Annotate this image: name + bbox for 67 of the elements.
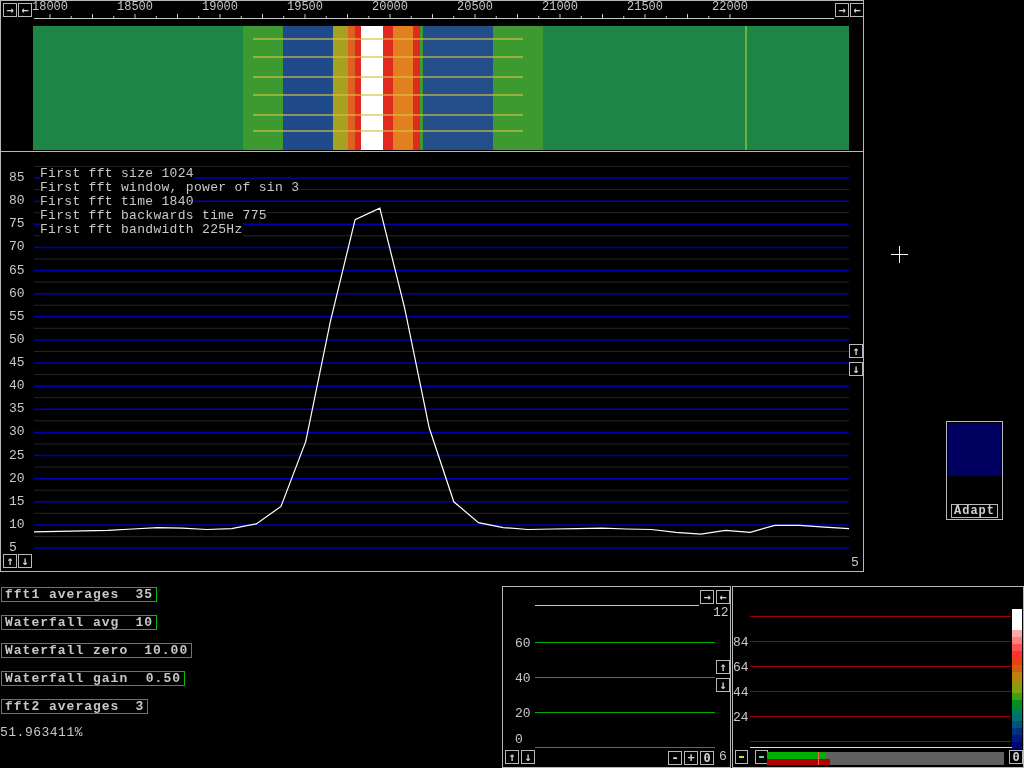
axis-label: 70: [9, 240, 25, 255]
axis-label: 0: [515, 733, 523, 747]
frequency-label: 20000: [372, 1, 408, 13]
axis-label: 25: [9, 448, 25, 463]
scroll-button[interactable]: ↑: [716, 660, 730, 674]
axis-label: 84: [733, 636, 749, 650]
axis-label: 85: [9, 171, 25, 185]
parameter-field[interactable]: Waterfall gain 0.50: [1, 671, 185, 686]
axis-label: 6: [719, 750, 727, 764]
scroll-button[interactable]: ↓: [849, 362, 863, 376]
axis-label: 60: [9, 286, 25, 301]
axis-label: 75: [9, 217, 25, 232]
info-text: First fft bandwidth 225Hz: [40, 223, 243, 237]
scale-button[interactable]: [735, 750, 748, 764]
parameter-field[interactable]: fft2 averages 3: [1, 699, 149, 714]
scroll-button[interactable]: ↑: [505, 750, 519, 764]
scroll-button[interactable]: ↓: [18, 554, 32, 568]
scale-label: 5: [851, 556, 859, 570]
parameter-field[interactable]: Waterfall avg 10: [1, 615, 158, 630]
axis-label: 5: [9, 541, 17, 555]
axis-label: 60: [515, 637, 531, 651]
zoom-button[interactable]: -: [668, 751, 682, 765]
axis-label: 35: [9, 402, 25, 417]
axis-label: 10: [9, 517, 25, 532]
scroll-button[interactable]: →: [700, 590, 714, 604]
axis-label: 80: [9, 194, 25, 209]
axis-label: 24: [733, 711, 749, 725]
frequency-label: 18500: [117, 1, 153, 13]
axis-label: 65: [9, 263, 25, 278]
percentage-text: 51.963411%: [0, 726, 83, 740]
info-text: First fft window, power of sin 3: [40, 181, 300, 195]
frequency-label: 21000: [542, 1, 578, 13]
axis-label: 20: [515, 707, 531, 721]
frequency-label: 20500: [457, 1, 493, 13]
axis-label: 55: [9, 309, 25, 324]
axis-label: 64: [733, 661, 749, 675]
frequency-label: 19500: [287, 1, 323, 13]
scroll-button[interactable]: ←: [716, 590, 730, 604]
scroll-button[interactable]: ←: [850, 3, 864, 17]
axis-label: 40: [9, 379, 25, 394]
frequency-label: 21500: [627, 1, 663, 13]
scroll-button[interactable]: ↓: [716, 678, 730, 692]
reset-button[interactable]: 0: [1009, 750, 1023, 764]
axis-label: 50: [9, 332, 25, 347]
axis-label: 12: [713, 606, 729, 620]
zoom-button[interactable]: +: [684, 751, 698, 765]
crosshair-icon: [891, 246, 908, 263]
zoom-button[interactable]: 0: [700, 751, 714, 765]
parameter-field[interactable]: fft1 averages 35: [1, 587, 158, 602]
axis-label: 20: [9, 471, 25, 486]
scroll-button[interactable]: ↑: [3, 554, 17, 568]
scroll-button[interactable]: →: [3, 3, 17, 17]
axis-label: 45: [9, 356, 25, 370]
scroll-button[interactable]: ↑: [849, 344, 863, 358]
info-text: First fft size 1024: [40, 167, 194, 181]
frequency-label: 19000: [202, 1, 238, 13]
scroll-button[interactable]: ←: [18, 3, 32, 17]
axis-label: 15: [9, 494, 25, 509]
axis-label: 44: [733, 686, 749, 700]
frequency-label: 22000: [712, 1, 748, 13]
axis-label: 40: [515, 672, 531, 686]
scroll-button[interactable]: →: [835, 3, 849, 17]
parameter-field[interactable]: Waterfall zero 10.00: [1, 643, 193, 658]
adapt-button[interactable]: Adapt: [951, 504, 998, 518]
axis-label: 30: [9, 425, 25, 440]
scroll-button[interactable]: ↓: [521, 750, 535, 764]
frequency-label: 18000: [32, 1, 68, 13]
